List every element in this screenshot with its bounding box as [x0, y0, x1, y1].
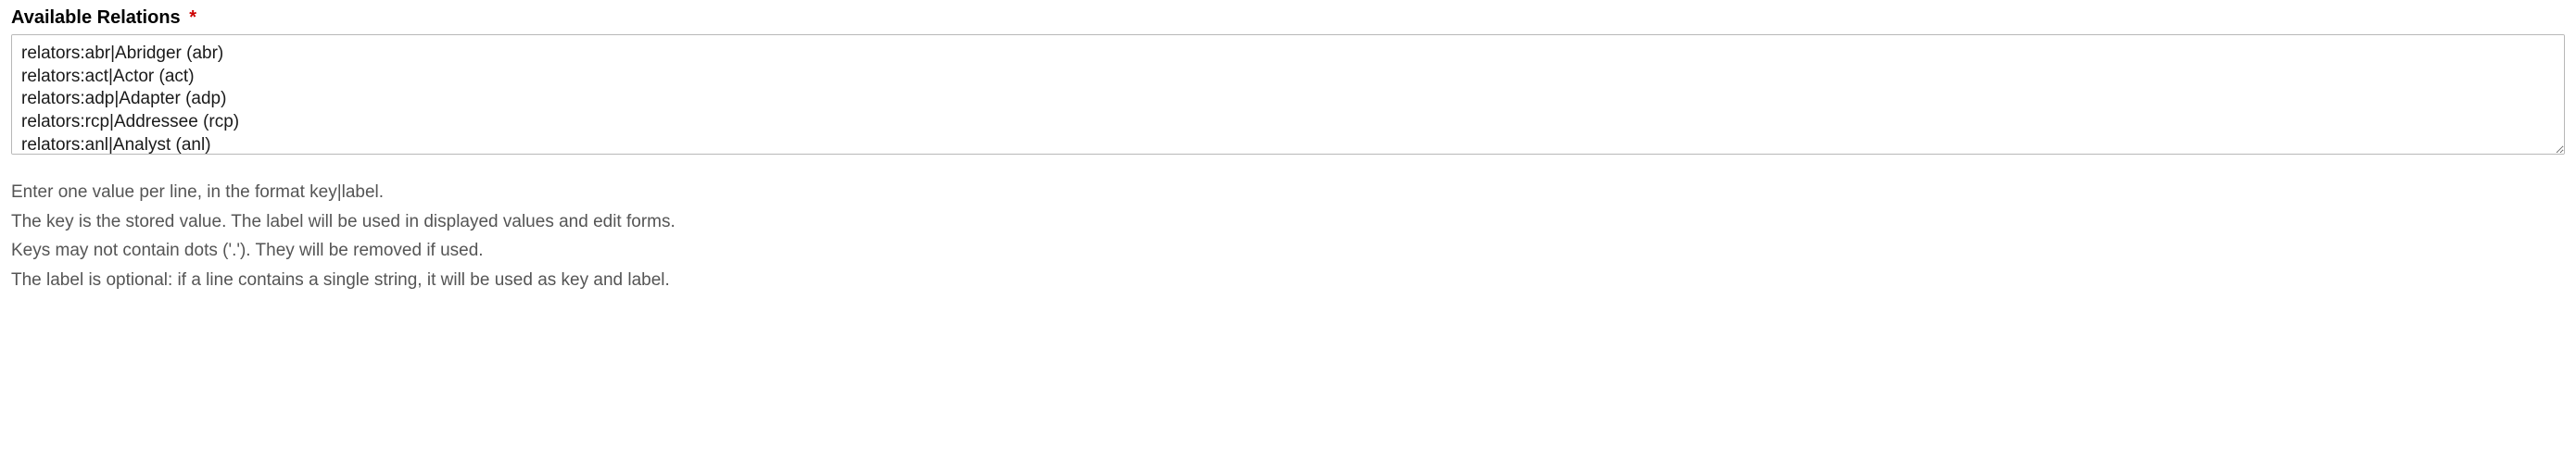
help-line-2: The key is the stored value. The label w…	[11, 209, 2565, 236]
field-label-text: Available Relations	[11, 7, 181, 28]
available-relations-textarea[interactable]	[11, 34, 2565, 155]
field-label: Available Relations *	[11, 7, 2565, 29]
required-asterisk-icon: *	[189, 7, 196, 28]
help-line-3: Keys may not contain dots ('.'). They wi…	[11, 238, 2565, 265]
help-line-1: Enter one value per line, in the format …	[11, 180, 2565, 206]
help-line-4: The label is optional: if a line contain…	[11, 268, 2565, 294]
help-text-block: Enter one value per line, in the format …	[11, 180, 2565, 293]
